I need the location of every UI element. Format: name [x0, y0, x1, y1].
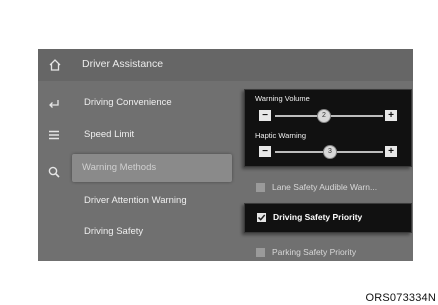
haptic-warning-increase-button[interactable]: + — [385, 146, 397, 157]
title-bar: Driver Assistance — [38, 49, 413, 81]
menu-icon[interactable] — [47, 128, 61, 142]
checkmark-icon — [257, 214, 266, 221]
haptic-warning-decrease-button[interactable]: − — [259, 146, 271, 157]
figure-code: ORS073334N — [365, 292, 436, 304]
infotainment-screen: Driver Assistance Driving Convenience Sp… — [38, 49, 413, 261]
warning-volume-increase-button[interactable]: + — [385, 110, 397, 121]
home-icon[interactable] — [48, 58, 62, 72]
sidebar — [38, 81, 68, 261]
options-panel: Warning Volume − 2 + Haptic Warning − 3 … — [238, 89, 413, 261]
search-icon[interactable] — [47, 165, 61, 179]
driving-safety-priority-checkbox[interactable] — [257, 213, 266, 222]
back-icon[interactable] — [47, 97, 61, 111]
menu-item-speed-limit[interactable]: Speed Limit — [84, 129, 134, 140]
menu-item-driving-safety[interactable]: Driving Safety — [84, 226, 143, 237]
menu-item-label: Warning Methods — [82, 162, 157, 173]
parking-safety-checkbox[interactable] — [256, 248, 265, 257]
warning-volume-knob[interactable]: 2 — [317, 109, 331, 123]
haptic-warning-knob[interactable]: 3 — [323, 145, 337, 159]
lane-safety-checkbox[interactable] — [256, 183, 265, 192]
settings-menu: Driving Convenience Speed Limit Warning … — [72, 81, 252, 261]
lane-safety-label: Lane Safety Audible Warn... — [272, 182, 378, 192]
page-title: Driver Assistance — [82, 58, 164, 70]
warning-controls-panel: Warning Volume − 2 + Haptic Warning − 3 … — [244, 89, 412, 167]
warning-volume-label: Warning Volume — [255, 94, 310, 103]
menu-item-driver-attention-warning[interactable]: Driver Attention Warning — [84, 195, 187, 206]
warning-volume-decrease-button[interactable]: − — [259, 110, 271, 121]
parking-safety-label: Parking Safety Priority — [272, 247, 357, 257]
menu-item-warning-methods[interactable]: Warning Methods — [72, 154, 232, 182]
driving-safety-priority-row[interactable]: Driving Safety Priority — [244, 203, 412, 233]
driving-safety-priority-label: Driving Safety Priority — [273, 212, 363, 222]
haptic-warning-label: Haptic Warning — [255, 131, 306, 140]
menu-item-driving-convenience[interactable]: Driving Convenience — [84, 97, 172, 108]
